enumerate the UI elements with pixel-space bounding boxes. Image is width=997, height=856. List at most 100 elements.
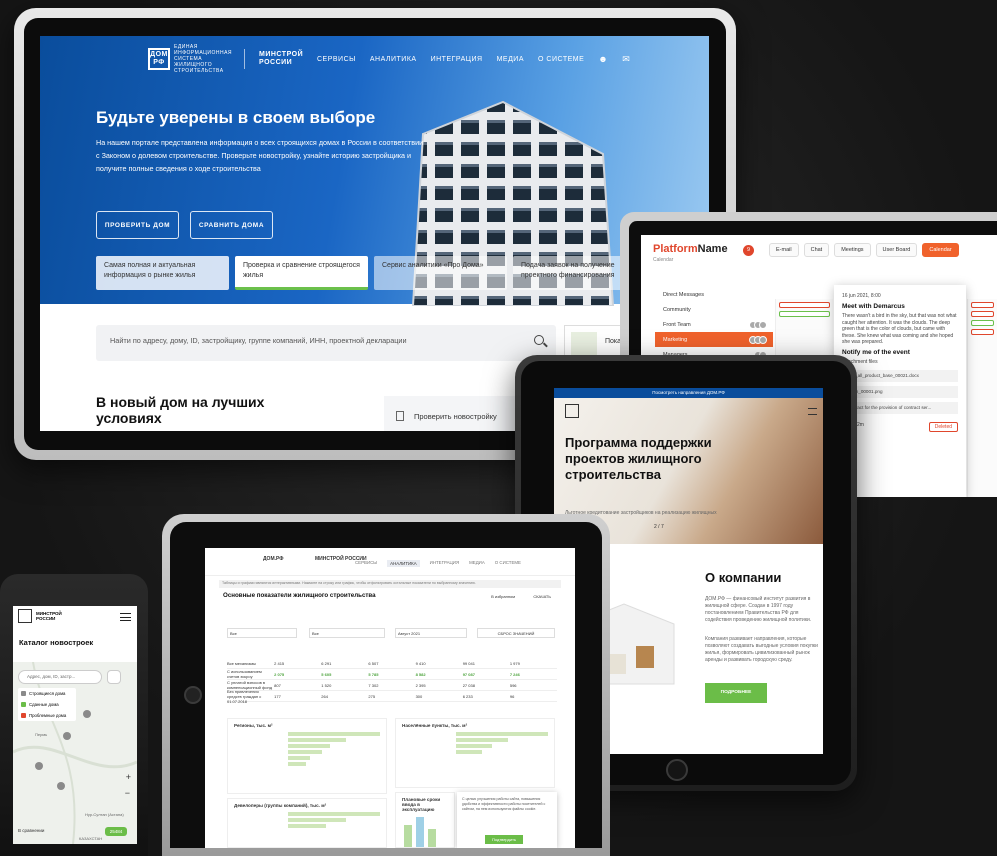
map-cluster-pin[interactable] bbox=[35, 762, 43, 770]
more-button[interactable]: ПОДРОБНЕЕ bbox=[705, 683, 767, 703]
event-item[interactable] bbox=[971, 311, 994, 317]
channel-sidebar: Direct Messages Community Front Team Mar… bbox=[655, 287, 773, 362]
analytics-screen: ДОМ.РФ МИНСТРОЙ РОССИИ СЕРВИСЫ АНАЛИТИКА… bbox=[205, 548, 575, 848]
analytics-menu: СЕРВИСЫ АНАЛИТИКА ИНТЕГРАЦИЯ МЕДИА О СИС… bbox=[355, 560, 521, 567]
legend-problem[interactable]: Проблемные дома bbox=[18, 710, 76, 721]
event-item[interactable] bbox=[971, 302, 994, 308]
legend-completed[interactable]: Сданные дома bbox=[18, 699, 76, 710]
event-item[interactable] bbox=[971, 320, 994, 326]
search-icon[interactable] bbox=[534, 335, 544, 345]
attachment-file[interactable]: Contract for the provision of contract s… bbox=[842, 401, 958, 414]
tab-meetings[interactable]: Meetings bbox=[834, 243, 871, 257]
compare-houses-button[interactable]: СРАВНИТЬ ДОМА bbox=[190, 211, 273, 239]
tab-check-compare[interactable]: Проверка и сравнение строящегося жилья bbox=[235, 256, 368, 290]
chart-bar[interactable] bbox=[428, 829, 436, 847]
tablet-center: ДОМ.РФ МИНСТРОЙ РОССИИ СЕРВИСЫ АНАЛИТИКА… bbox=[162, 514, 610, 856]
table-row[interactable]: С уплатой взносов в компенсационный фонд… bbox=[227, 680, 557, 691]
chart-bar[interactable] bbox=[456, 750, 482, 754]
legend-building[interactable]: Строящиеся дома bbox=[18, 688, 76, 699]
ministry-logo[interactable]: МИНСТРОЙ РОССИИ bbox=[36, 611, 70, 621]
regions-panel-title: Регионы, тыс. м² bbox=[234, 723, 273, 728]
menu-services[interactable]: СЕРВИСЫ bbox=[355, 560, 377, 567]
ministry-logo[interactable]: МИНСТРОЙ РОССИИ bbox=[259, 51, 303, 67]
chart-bar[interactable] bbox=[456, 744, 492, 748]
menu-analytics[interactable]: АНАЛИТИКА bbox=[387, 560, 420, 567]
tab-email[interactable]: E-mail bbox=[769, 243, 799, 257]
tab-chat[interactable]: Chat bbox=[803, 243, 830, 257]
reset-button[interactable]: СБРОС ЗНАЧЕНИЙ bbox=[477, 628, 555, 638]
table-row[interactable]: Все механизмы 2 415 6 291 6 507 9 410 99 041 1… bbox=[227, 658, 557, 669]
event-body: There wasn't a bird in the sky, but that… bbox=[842, 313, 957, 345]
attachment-file[interactable]: action_00001.png bbox=[842, 385, 958, 398]
search-input[interactable]: Найти по адресу, дому, ID, застройщику, … bbox=[96, 325, 556, 361]
period-select[interactable]: Август 2021 bbox=[395, 628, 467, 638]
filter-icon[interactable] bbox=[107, 670, 121, 684]
chart-bar[interactable] bbox=[288, 818, 346, 822]
mail-icon[interactable]: ✉ bbox=[622, 54, 630, 65]
event-item[interactable] bbox=[779, 311, 830, 317]
chart-bar[interactable] bbox=[288, 812, 380, 816]
dom-rf-logo[interactable] bbox=[565, 404, 579, 418]
tab-user-board[interactable]: User Board bbox=[875, 243, 918, 257]
notify-toggle-label[interactable]: Notify me of the event bbox=[842, 349, 958, 357]
about-text-2: Компания развивает направления, которые … bbox=[705, 636, 818, 663]
map-cluster-pin[interactable] bbox=[63, 732, 71, 740]
dom-rf-logo[interactable]: ДОМ.РФ bbox=[263, 556, 284, 562]
table-row[interactable]: С использованием счетов эскроу 2 075 5 605… bbox=[227, 669, 557, 680]
nav-media[interactable]: МЕДИА bbox=[497, 56, 524, 63]
slider-counter[interactable]: 2 / 7 bbox=[654, 524, 664, 530]
chart-bar[interactable] bbox=[288, 762, 306, 766]
tab-calendar[interactable]: Calendar bbox=[922, 243, 959, 257]
menu-integration[interactable]: ИНТЕГРАЦИЯ bbox=[430, 560, 459, 567]
chart-bar[interactable] bbox=[288, 750, 322, 754]
menu-icon[interactable] bbox=[808, 408, 817, 415]
map-search-input[interactable]: Адрес, дом, ID, застр... bbox=[18, 670, 102, 684]
notification-badge[interactable]: 9 bbox=[743, 245, 754, 256]
map-cluster-pin[interactable] bbox=[83, 710, 91, 718]
nav-about[interactable]: О СИСТЕМЕ bbox=[538, 56, 584, 63]
chart-bar[interactable] bbox=[288, 732, 380, 736]
directions-bar[interactable]: Посмотреть направления ДОМ.РФ bbox=[554, 388, 823, 398]
map-cluster-pin[interactable] bbox=[57, 782, 65, 790]
hamburger-menu-icon[interactable] bbox=[120, 613, 131, 621]
favorite-button[interactable]: В избранном bbox=[491, 594, 515, 599]
deleted-button[interactable]: Deleted bbox=[928, 421, 958, 432]
sidebar-item-community[interactable]: Community bbox=[655, 302, 773, 317]
event-item[interactable] bbox=[779, 302, 830, 308]
nav-services[interactable]: СЕРВИСЫ bbox=[317, 56, 356, 63]
zoom-in-icon[interactable]: + bbox=[126, 772, 131, 782]
chart-bar[interactable] bbox=[288, 738, 346, 742]
home-button[interactable] bbox=[666, 759, 688, 781]
developer-select[interactable]: Все bbox=[309, 628, 385, 638]
zoom-out-icon[interactable]: − bbox=[125, 788, 130, 798]
menu-about[interactable]: О СИСТЕМЕ bbox=[495, 560, 521, 567]
user-icon[interactable]: ☻ bbox=[598, 54, 608, 64]
tab-market-info[interactable]: Самая полная и актуальная информация о р… bbox=[96, 256, 229, 290]
chart-bar[interactable] bbox=[456, 738, 508, 742]
nav-analytics[interactable]: АНАЛИТИКА bbox=[370, 56, 417, 63]
download-button[interactable]: СКАЧАТЬ bbox=[533, 594, 551, 599]
chart-bar[interactable] bbox=[288, 744, 330, 748]
sidebar-item-front-team[interactable]: Front Team bbox=[655, 317, 773, 332]
chart-bar[interactable] bbox=[404, 825, 412, 847]
chart-bar[interactable] bbox=[456, 732, 548, 736]
dom-rf-logo[interactable]: ДОМ РФ ЕДИНАЯ ИНФОРМАЦИОННАЯ СИСТЕМА ЖИЛ… bbox=[148, 44, 232, 74]
check-house-button[interactable]: ПРОВЕРИТЬ ДОМ bbox=[96, 211, 179, 239]
developers-panel: Девелоперы (группы компаний), тыс. м² bbox=[227, 798, 387, 848]
chart-bar[interactable] bbox=[288, 756, 310, 760]
region-select[interactable]: Все bbox=[227, 628, 297, 638]
attachment-file[interactable]: offer_all_product_base_00021.docx bbox=[842, 369, 958, 382]
menu-media[interactable]: МЕДИА bbox=[469, 560, 485, 567]
dom-rf-logo[interactable] bbox=[18, 609, 32, 623]
cookie-text: С целью улучшения работы сайта, повышени… bbox=[462, 797, 546, 811]
nav-integration[interactable]: ИНТЕГРАЦИЯ bbox=[431, 56, 483, 63]
chart-bar[interactable] bbox=[416, 817, 424, 847]
table-row[interactable]: Без привлечения средств граждан с 01.07.… bbox=[227, 689, 557, 704]
sidebar-item-direct[interactable]: Direct Messages bbox=[655, 287, 773, 302]
compare-link[interactable]: В сравнении bbox=[18, 828, 44, 833]
sidebar-item-marketing[interactable]: Marketing bbox=[655, 332, 773, 347]
tab-analytics[interactable]: Сервис аналитики «Про Дома» bbox=[374, 256, 507, 290]
cookie-confirm-button[interactable]: Подтвердить bbox=[485, 835, 523, 844]
event-item[interactable] bbox=[971, 329, 994, 335]
chart-bar[interactable] bbox=[288, 824, 326, 828]
